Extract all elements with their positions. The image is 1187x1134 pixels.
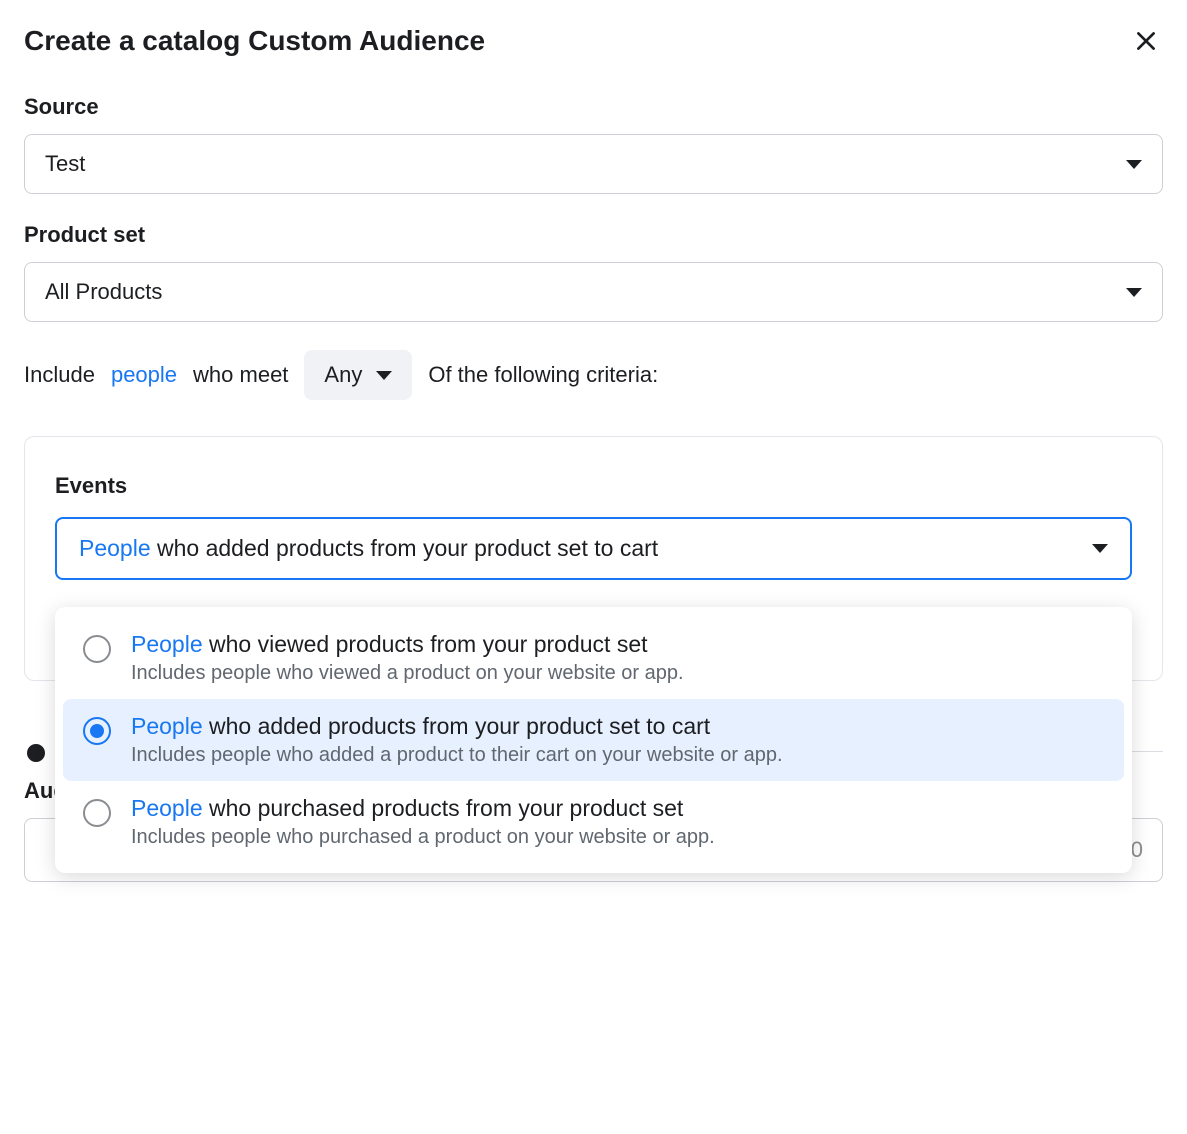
any-selector[interactable]: Any — [304, 350, 412, 400]
source-select[interactable]: Test — [24, 134, 1163, 194]
product-set-select[interactable]: All Products — [24, 262, 1163, 322]
criteria-row: Include people who meet Any Of the follo… — [24, 350, 1163, 400]
option-subtitle: Includes people who purchased a product … — [131, 826, 1104, 849]
events-selected-rest: who added products from your product set… — [151, 535, 659, 561]
events-option-added-to-cart[interactable]: People who added products from your prod… — [63, 699, 1124, 781]
source-label: Source — [24, 94, 1163, 120]
close-button[interactable] — [1129, 24, 1163, 58]
option-title-rest: who purchased products from your product… — [203, 795, 684, 821]
option-people: People — [131, 713, 203, 739]
chevron-down-icon — [376, 371, 392, 380]
include-text: Include — [24, 362, 95, 388]
option-title-rest: who viewed products from your product se… — [203, 631, 648, 657]
add-criteria-button[interactable] — [14, 731, 58, 775]
source-section: Source Test — [24, 94, 1163, 194]
events-option-viewed[interactable]: People who viewed products from your pro… — [63, 617, 1124, 699]
option-text: People who purchased products from your … — [131, 795, 1104, 849]
product-set-value: All Products — [45, 279, 162, 305]
option-title: People who added products from your prod… — [131, 713, 1104, 740]
events-label: Events — [55, 473, 1132, 499]
events-card: Events People who added products from yo… — [24, 436, 1163, 681]
chevron-down-icon — [1126, 288, 1142, 297]
option-title: People who viewed products from your pro… — [131, 631, 1104, 658]
radio-unchecked-icon — [83, 799, 111, 827]
events-selected-people: People — [79, 535, 151, 561]
dialog-header: Create a catalog Custom Audience — [24, 24, 1163, 58]
option-people: People — [131, 795, 203, 821]
option-text: People who viewed products from your pro… — [131, 631, 1104, 685]
people-link[interactable]: people — [111, 362, 177, 388]
option-text: People who added products from your prod… — [131, 713, 1104, 767]
radio-checked-icon — [83, 717, 111, 745]
of-following-text: Of the following criteria: — [428, 362, 658, 388]
dialog-title: Create a catalog Custom Audience — [24, 25, 485, 57]
product-set-label: Product set — [24, 222, 1163, 248]
close-icon — [1133, 28, 1159, 54]
option-subtitle: Includes people who viewed a product on … — [131, 662, 1104, 685]
chevron-down-icon — [1092, 544, 1108, 553]
option-title-rest: who added products from your product set… — [203, 713, 711, 739]
radio-inner-dot — [90, 724, 104, 738]
events-select[interactable]: People who added products from your prod… — [55, 517, 1132, 580]
events-option-purchased[interactable]: People who purchased products from your … — [63, 781, 1124, 863]
who-meet-text: who meet — [193, 362, 288, 388]
any-value: Any — [324, 362, 362, 388]
product-set-section: Product set All Products — [24, 222, 1163, 322]
chevron-down-icon — [1126, 160, 1142, 169]
option-subtitle: Includes people who added a product to t… — [131, 744, 1104, 767]
option-people: People — [131, 631, 203, 657]
radio-unchecked-icon — [83, 635, 111, 663]
source-value: Test — [45, 151, 85, 177]
option-title: People who purchased products from your … — [131, 795, 1104, 822]
events-selected-value: People who added products from your prod… — [79, 535, 658, 562]
events-dropdown: People who viewed products from your pro… — [55, 607, 1132, 873]
